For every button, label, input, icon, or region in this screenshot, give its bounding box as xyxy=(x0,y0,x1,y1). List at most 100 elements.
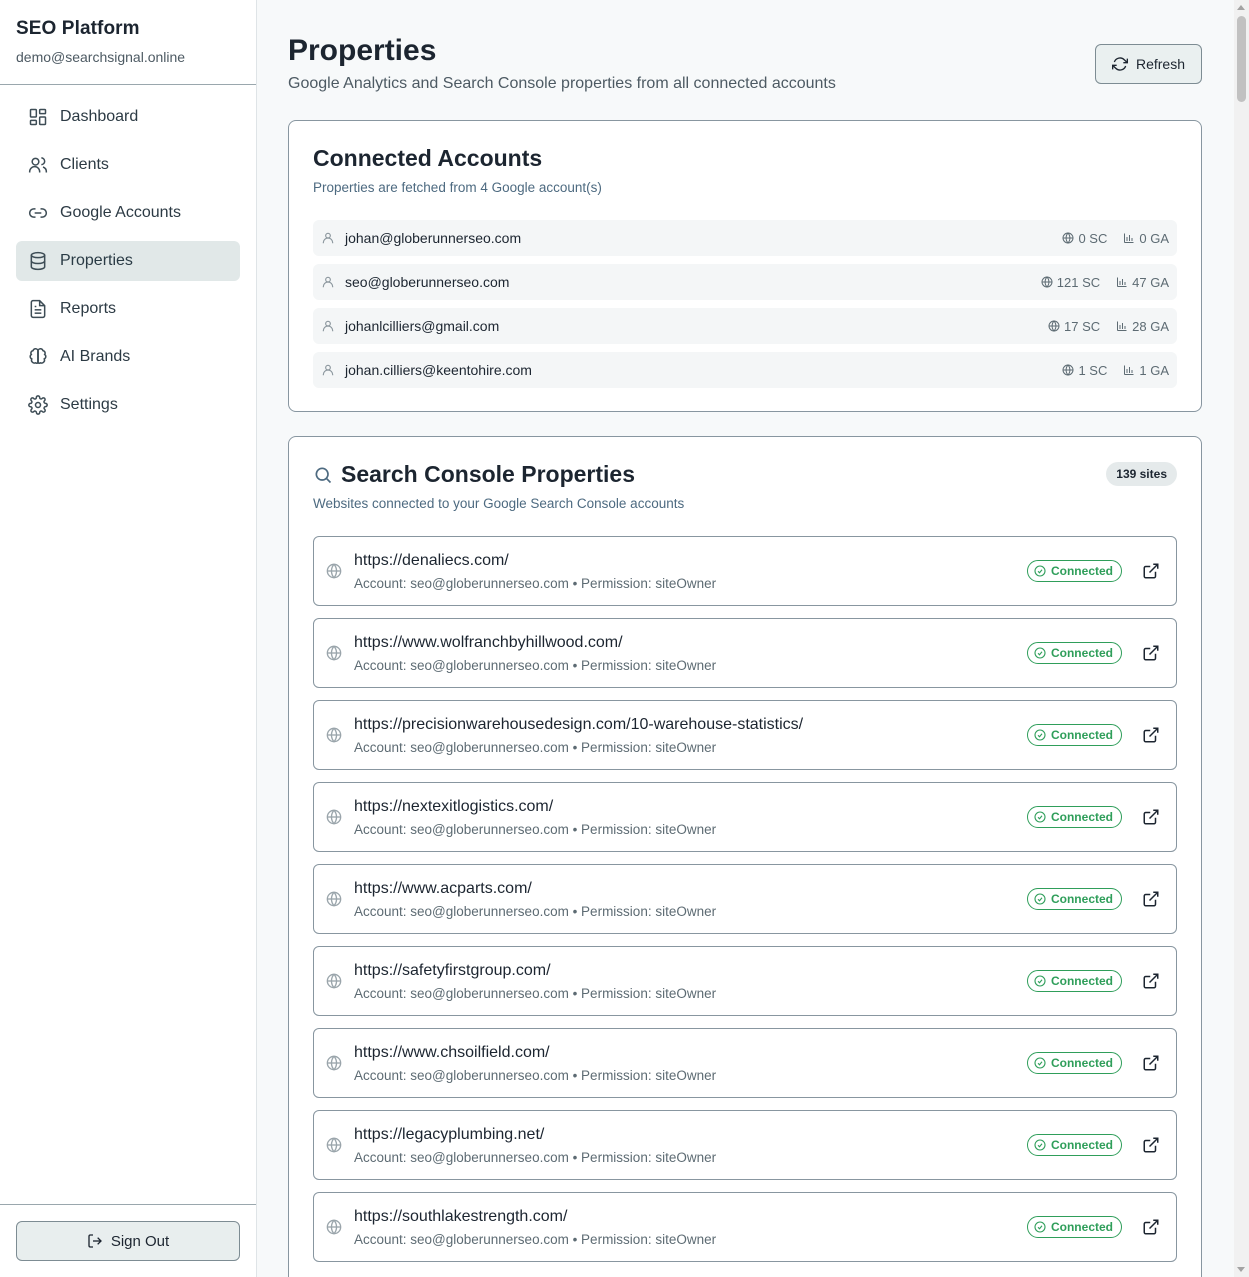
external-link-icon[interactable] xyxy=(1142,808,1160,826)
sidebar-item-settings[interactable]: Settings xyxy=(16,385,240,425)
gear-icon xyxy=(28,395,48,415)
property-row[interactable]: https://southlakestrength.com/ Account: … xyxy=(313,1192,1177,1262)
account-email: johanlcilliers@gmail.com xyxy=(345,318,500,334)
refresh-button[interactable]: Refresh xyxy=(1095,44,1202,84)
sidebar-item-dashboard[interactable]: Dashboard xyxy=(16,97,240,137)
scroll-down-arrow[interactable] xyxy=(1237,1267,1245,1272)
page-scrollbar[interactable] xyxy=(1234,0,1249,1277)
connected-badge: Connected xyxy=(1026,724,1122,746)
property-row[interactable]: https://www.acparts.com/ Account: seo@gl… xyxy=(313,864,1177,934)
property-text: https://safetyfirstgroup.com/ Account: s… xyxy=(354,962,1027,1001)
globe-icon xyxy=(326,727,342,743)
property-row[interactable]: https://www.wolfranchbyhillwood.com/ Acc… xyxy=(313,618,1177,688)
property-meta: Account: seo@globerunnerseo.com • Permis… xyxy=(354,903,717,919)
sign-out-button[interactable]: Sign Out xyxy=(16,1221,240,1261)
external-link-icon[interactable] xyxy=(1142,1054,1160,1072)
globe-icon xyxy=(326,809,342,825)
check-circle-icon xyxy=(1034,1221,1046,1233)
user-icon xyxy=(322,320,334,332)
search-console-subtitle: Websites connected to your Google Search… xyxy=(313,496,685,511)
sidebar: SEO Platform demo@searchsignal.online Da… xyxy=(0,0,257,1277)
database-icon xyxy=(28,251,48,271)
external-link-icon[interactable] xyxy=(1142,972,1160,990)
sidebar-item-label: Google Accounts xyxy=(60,204,181,221)
account-row: seo@globerunnerseo.com 121 SC 47 GA xyxy=(313,264,1177,300)
external-link-icon[interactable] xyxy=(1142,644,1160,662)
external-link-icon[interactable] xyxy=(1142,726,1160,744)
sidebar-item-label: Properties xyxy=(60,252,133,269)
connected-label: Connected xyxy=(1050,1138,1113,1152)
scroll-up-arrow[interactable] xyxy=(1237,5,1245,10)
globe-icon xyxy=(326,891,342,907)
sites-count-badge: 139 sites xyxy=(1106,462,1177,486)
ga-count: 28 GA xyxy=(1116,319,1169,334)
external-link-icon[interactable] xyxy=(1142,890,1160,908)
connected-badge: Connected xyxy=(1026,1134,1122,1156)
user-email: demo@searchsignal.online xyxy=(16,49,186,65)
connected-label: Connected xyxy=(1050,564,1113,578)
property-meta: Account: seo@globerunnerseo.com • Permis… xyxy=(354,575,717,591)
sidebar-item-label: Dashboard xyxy=(60,108,139,125)
account-row: johan@globerunnerseo.com 0 SC 0 GA xyxy=(313,220,1177,256)
check-circle-icon xyxy=(1034,1139,1046,1151)
connected-accounts-title: Connected Accounts xyxy=(313,145,543,171)
property-text: https://www.acparts.com/ Account: seo@gl… xyxy=(354,880,1027,919)
scroll-thumb[interactable] xyxy=(1237,16,1246,102)
connected-badge: Connected xyxy=(1026,560,1122,582)
dashboard-icon xyxy=(28,107,48,127)
property-meta: Account: seo@globerunnerseo.com • Permis… xyxy=(354,985,717,1001)
external-link-icon[interactable] xyxy=(1142,562,1160,580)
property-text: https://nextexitlogistics.com/ Account: … xyxy=(354,798,1027,837)
ga-count: 1 GA xyxy=(1123,363,1169,378)
connected-label: Connected xyxy=(1050,974,1113,988)
property-url: https://www.chsoilfield.com/ xyxy=(354,1043,550,1061)
file-text-icon xyxy=(28,299,48,319)
globe-icon xyxy=(326,973,342,989)
check-circle-icon xyxy=(1034,729,1046,741)
property-row[interactable]: https://nextexitlogistics.com/ Account: … xyxy=(313,782,1177,852)
sc-count: 121 SC xyxy=(1041,275,1100,290)
user-icon xyxy=(322,276,334,288)
property-row[interactable]: https://precisionwarehousedesign.com/10-… xyxy=(313,700,1177,770)
link-icon xyxy=(28,203,48,223)
sidebar-nav: Dashboard Clients Google Accounts Proper… xyxy=(0,85,256,445)
external-link-icon[interactable] xyxy=(1142,1218,1160,1236)
connected-label: Connected xyxy=(1050,892,1113,906)
property-row[interactable]: https://safetyfirstgroup.com/ Account: s… xyxy=(313,946,1177,1016)
property-url: https://legacyplumbing.net/ xyxy=(354,1125,545,1143)
refresh-icon xyxy=(1111,57,1128,71)
property-row[interactable]: https://www.chsoilfield.com/ Account: se… xyxy=(313,1028,1177,1098)
globe-icon xyxy=(1048,320,1060,332)
property-meta: Account: seo@globerunnerseo.com • Permis… xyxy=(354,1149,717,1165)
account-email: johan.cilliers@keentohire.com xyxy=(345,362,532,378)
property-meta: Account: seo@globerunnerseo.com • Permis… xyxy=(354,739,717,755)
bar-chart-icon xyxy=(1124,233,1134,243)
sidebar-item-google-accounts[interactable]: Google Accounts xyxy=(16,193,240,233)
property-text: https://denaliecs.com/ Account: seo@glob… xyxy=(354,552,1027,591)
connected-badge: Connected xyxy=(1026,642,1122,664)
property-url: https://www.wolfranchbyhillwood.com/ xyxy=(354,633,623,651)
globe-icon xyxy=(1062,364,1074,376)
globe-icon xyxy=(326,1137,342,1153)
connected-label: Connected xyxy=(1050,646,1113,660)
sidebar-item-label: Clients xyxy=(60,156,109,173)
property-row[interactable]: https://legacyplumbing.net/ Account: seo… xyxy=(313,1110,1177,1180)
check-circle-icon xyxy=(1034,811,1046,823)
account-list: johan@globerunnerseo.com 0 SC 0 GA seo@g… xyxy=(313,220,1177,388)
connected-label: Connected xyxy=(1050,728,1113,742)
sc-count: 0 SC xyxy=(1062,231,1107,246)
property-url: https://www.acparts.com/ xyxy=(354,879,532,897)
globe-icon xyxy=(326,563,342,579)
sidebar-item-clients[interactable]: Clients xyxy=(16,145,240,185)
property-text: https://southlakestrength.com/ Account: … xyxy=(354,1208,1027,1247)
sidebar-item-label: Settings xyxy=(60,396,118,413)
globe-icon xyxy=(326,645,342,661)
sidebar-item-properties[interactable]: Properties xyxy=(16,241,240,281)
sidebar-item-reports[interactable]: Reports xyxy=(16,289,240,329)
external-link-icon[interactable] xyxy=(1142,1136,1160,1154)
property-row[interactable]: https://denaliecs.com/ Account: seo@glob… xyxy=(313,536,1177,606)
users-icon xyxy=(28,155,48,175)
sidebar-item-ai-brands[interactable]: AI Brands xyxy=(16,337,240,377)
sc-count: 1 SC xyxy=(1062,363,1107,378)
globe-icon xyxy=(1041,276,1053,288)
